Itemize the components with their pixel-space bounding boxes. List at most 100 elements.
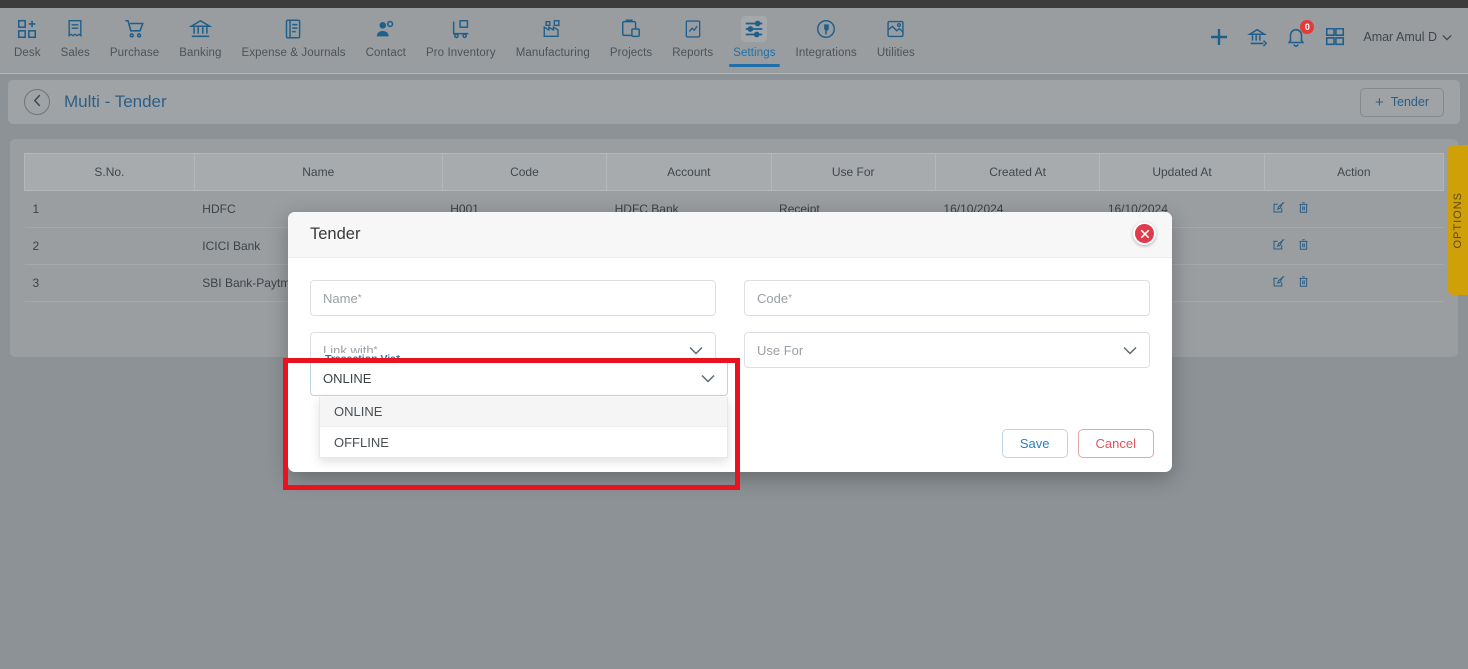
transaction-via-dropdown-menu: ONLINE OFFLINE <box>319 397 728 458</box>
col-name: Name <box>194 153 443 191</box>
nav-item-manufacturing[interactable]: Manufacturing <box>506 8 600 66</box>
nav-item-banking[interactable]: Banking <box>169 8 231 66</box>
options-side-tab[interactable]: OPTIONS <box>1448 145 1468 295</box>
name-required-mark: * <box>357 292 362 304</box>
cell-sno: 1 <box>24 190 195 228</box>
transaction-via-select[interactable]: Trasaction Via* ONLINE <box>310 353 728 396</box>
main-navigation-bar: Desk Sales Purchase Banking Expense & Jo… <box>0 8 1468 74</box>
nav-item-sales[interactable]: Sales <box>51 8 100 66</box>
nav-label-sales: Sales <box>60 47 90 59</box>
page-title: Multi - Tender <box>64 92 167 111</box>
nav-item-purchase[interactable]: Purchase <box>100 8 169 66</box>
nav-item-contact[interactable]: Contact <box>356 8 416 66</box>
app-root: Desk Sales Purchase Banking Expense & Jo… <box>0 0 1468 669</box>
reports-chart-icon <box>680 16 706 42</box>
edit-pencil-icon[interactable] <box>1272 201 1286 217</box>
code-input[interactable]: Code * <box>744 280 1150 316</box>
nav-label-reports: Reports <box>672 47 714 59</box>
integrations-plug-icon <box>813 16 839 42</box>
code-required-mark: * <box>788 292 792 304</box>
dropdown-option-offline[interactable]: OFFLINE <box>320 427 727 457</box>
name-field-wrap: Name * <box>310 280 716 316</box>
nav-item-desk[interactable]: Desk <box>4 8 51 66</box>
nav-label-integrations: Integrations <box>795 47 857 59</box>
plus-icon[interactable] <box>1207 25 1231 49</box>
code-field-wrap: Code * <box>744 280 1150 316</box>
add-tender-label: Tender <box>1390 95 1429 109</box>
modal-header: Tender <box>288 212 1172 258</box>
nav-item-expense-journals[interactable]: Expense & Journals <box>232 8 356 66</box>
nav-label-contact: Contact <box>365 47 406 59</box>
dropdown-option-online[interactable]: ONLINE <box>320 397 727 427</box>
bell-icon[interactable]: 0 <box>1285 20 1315 48</box>
notification-badge: 0 <box>1300 20 1315 34</box>
table-header-row: S.No. Name Code Account Use For Created … <box>24 153 1445 191</box>
edit-pencil-icon[interactable] <box>1272 275 1286 291</box>
col-updated-at: Updated At <box>1099 153 1265 191</box>
cell-action <box>1264 264 1444 302</box>
nav-label-manufacturing: Manufacturing <box>515 47 590 59</box>
col-sno: S.No. <box>24 153 195 191</box>
browser-top-strip <box>0 0 1468 8</box>
code-placeholder: Code <box>757 290 789 306</box>
nav-item-integrations[interactable]: Integrations <box>786 8 867 66</box>
user-menu[interactable]: Amar Amul D <box>1363 30 1452 44</box>
nav-label-pro-inventory: Pro Inventory <box>425 47 496 59</box>
utilities-puzzle-icon <box>883 16 909 42</box>
banking-bank-icon <box>187 16 213 42</box>
sales-receipt-icon <box>62 16 88 42</box>
chevron-down-icon <box>689 343 703 358</box>
nav-item-projects[interactable]: Projects <box>600 8 662 66</box>
trash-icon[interactable] <box>1298 238 1309 254</box>
nav-label-purchase: Purchase <box>109 47 160 59</box>
nav-item-reports[interactable]: Reports <box>662 8 723 66</box>
nav-right-actions: 0 Amar Amul D <box>1207 8 1468 66</box>
settings-sliders-icon <box>741 16 768 42</box>
col-use-for: Use For <box>771 153 936 191</box>
nav-label-expense-journals: Expense & Journals <box>241 47 346 59</box>
expense-journal-icon <box>281 16 307 42</box>
tender-modal: Tender Name * Code * Link with * Use For… <box>288 212 1172 472</box>
trash-icon[interactable] <box>1298 275 1309 291</box>
close-x-icon[interactable] <box>1133 222 1156 245</box>
nav-item-settings[interactable]: Settings <box>723 8 785 67</box>
edit-pencil-icon[interactable] <box>1272 238 1286 254</box>
manufacturing-machine-icon <box>540 16 566 42</box>
inventory-forklift-icon <box>448 16 474 42</box>
projects-clipboard-icon <box>618 16 644 42</box>
contact-people-icon <box>373 16 399 42</box>
back-button[interactable] <box>24 89 50 115</box>
name-input[interactable]: Name * <box>310 280 716 316</box>
nav-label-projects: Projects <box>609 47 653 59</box>
add-tender-button[interactable]: + Tender <box>1360 87 1444 117</box>
modal-body: Name * Code * Link with * Use For <box>288 258 1172 368</box>
plus-icon: + <box>1375 93 1384 111</box>
chevron-left-icon <box>33 94 42 110</box>
purchase-cart-icon <box>122 16 148 42</box>
use-for-field-wrap: Use For <box>744 332 1150 368</box>
table-header: S.No. Name Code Account Use For Created … <box>24 153 1445 191</box>
nav-item-pro-inventory[interactable]: Pro Inventory <box>416 8 506 66</box>
cell-action <box>1264 190 1444 228</box>
apps-grid-icon[interactable] <box>1323 26 1347 48</box>
transaction-via-field-wrap: Trasaction Via* ONLINE ONLINE OFFLINE <box>310 353 728 458</box>
name-placeholder: Name <box>323 290 358 306</box>
company-switch-icon[interactable] <box>1247 26 1269 48</box>
save-button[interactable]: Save <box>1001 429 1068 458</box>
cancel-button[interactable]: Cancel <box>1077 429 1154 458</box>
cell-sno: 3 <box>24 264 195 302</box>
use-for-placeholder: Use For <box>757 342 804 358</box>
options-tab-label: OPTIONS <box>1452 191 1464 249</box>
trash-icon[interactable] <box>1298 201 1309 217</box>
col-account: Account <box>606 153 772 191</box>
use-for-select[interactable]: Use For <box>744 332 1150 368</box>
chevron-down-icon <box>701 371 715 386</box>
user-name-label: Amar Amul D <box>1363 30 1437 44</box>
modal-title: Tender <box>310 225 361 243</box>
nav-item-utilities[interactable]: Utilities <box>867 8 925 66</box>
transaction-via-label: Trasaction Via* <box>320 353 406 365</box>
nav-label-banking: Banking <box>179 47 222 59</box>
nav-label-settings: Settings <box>733 47 776 59</box>
cell-sno: 2 <box>24 227 195 265</box>
cell-action <box>1264 227 1444 265</box>
